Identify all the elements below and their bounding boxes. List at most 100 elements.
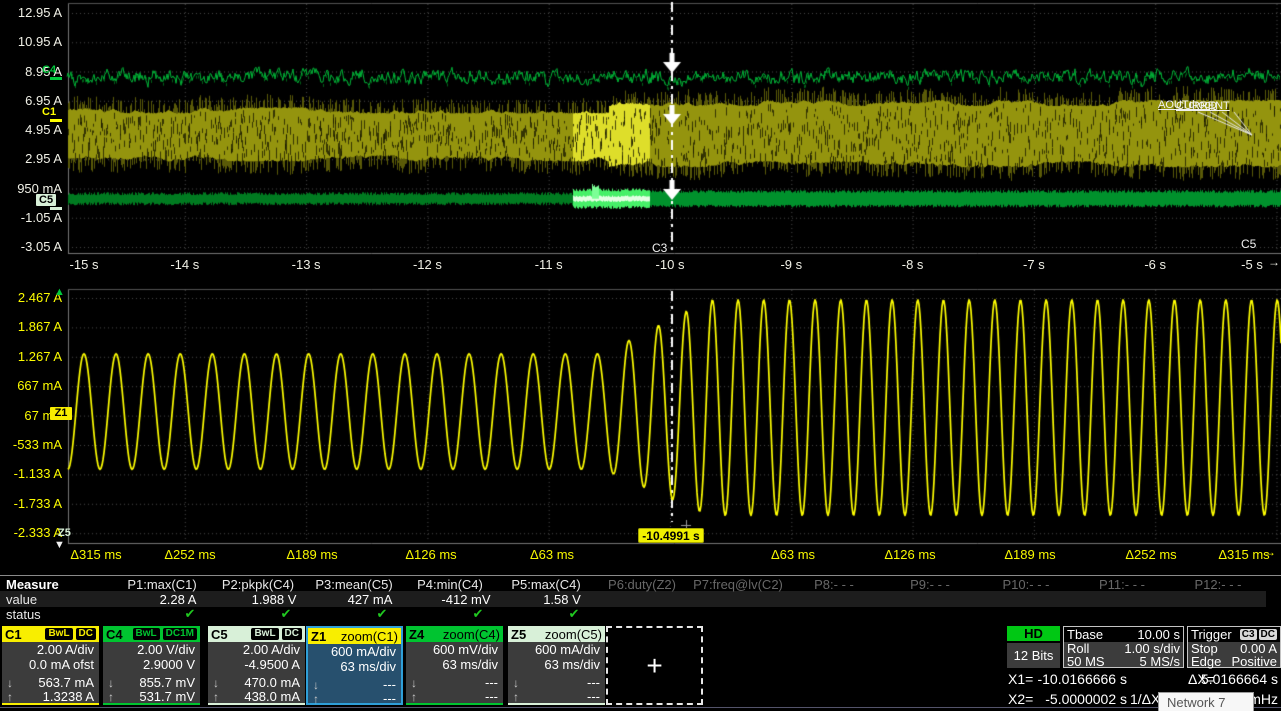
descriptor-offset: 63 ms/div bbox=[308, 659, 401, 674]
descriptor-min-row: ↓470.0 mA bbox=[208, 676, 305, 690]
descriptor-title: zoom(C4) bbox=[443, 627, 500, 642]
descriptor-max-row: ↑438.0 mA bbox=[208, 690, 305, 704]
measure-col-value: -412 mV bbox=[441, 592, 490, 607]
descriptor-offset: 2.9000 V bbox=[103, 657, 200, 672]
measure-col-header[interactable]: P5:max(C4) bbox=[511, 577, 580, 592]
trigger-panel[interactable]: Trigger C3 DC Stop 0.00 A Edge Positive bbox=[1187, 626, 1281, 668]
descriptor-offset: 63 ms/div bbox=[406, 657, 503, 672]
bandwidth-limit-badge: BwL bbox=[251, 628, 278, 640]
measure-col-header[interactable]: P11:- - - bbox=[1099, 577, 1145, 592]
cursor-time-badge[interactable]: -10.4991 s bbox=[638, 528, 704, 543]
zoom-x-tick: Δ63 ms bbox=[530, 547, 574, 562]
channel-marker-dash bbox=[50, 207, 62, 210]
measure-col-header[interactable]: P8:- - - bbox=[814, 577, 854, 592]
descriptor-z4[interactable]: Z4zoom(C4)600 mV/div63 ms/div↓---↑--- bbox=[406, 626, 503, 705]
descriptor-c1[interactable]: C1BwLDC2.00 A/div0.0 mA ofst↓563.7 mA↑1.… bbox=[2, 626, 99, 705]
hd-mode-button[interactable]: HD bbox=[1007, 626, 1060, 641]
zoom-y-tick: 667 mA bbox=[0, 378, 62, 393]
measure-col-header[interactable]: P3:mean(C5) bbox=[315, 577, 392, 592]
zoom-axis-arrow-icon: → bbox=[1264, 545, 1276, 559]
top-x-tick: -9 s bbox=[780, 257, 802, 272]
descriptor-c5[interactable]: C5BwLDC2.00 A/div-4.9500 A↓470.0 mA↑438.… bbox=[208, 626, 305, 705]
descriptor-min-row: ↓--- bbox=[308, 678, 401, 692]
timebase-label: Tbase bbox=[1067, 627, 1103, 642]
measure-col-value: 2.28 A bbox=[160, 592, 197, 607]
descriptor-header: C1BwLDC bbox=[2, 626, 99, 642]
right-edge-channel-label: C5 bbox=[1241, 237, 1256, 251]
up-arrow-icon: ↑ bbox=[7, 690, 13, 704]
top-axis-arrow-icon: → bbox=[1268, 255, 1280, 269]
descriptor-min-row: ↓--- bbox=[508, 676, 605, 690]
descriptor-scale: 600 mA/div bbox=[508, 642, 605, 657]
add-trace-button[interactable]: + bbox=[606, 626, 703, 705]
zoom-x-tick: Δ189 ms bbox=[286, 547, 337, 562]
measure-col-header[interactable]: P7:freq@lv(C2) bbox=[693, 577, 783, 592]
descriptor-min-value: 855.7 mV bbox=[139, 676, 195, 690]
descriptor-id: Z1 bbox=[311, 629, 326, 644]
timebase-panel[interactable]: Tbase 10.00 s Roll 1.00 s/div 50 MS 5 MS… bbox=[1063, 626, 1184, 668]
plus-icon: + bbox=[646, 652, 662, 680]
measure-col-value: 1.58 V bbox=[543, 592, 581, 607]
measure-col-header[interactable]: P2:pkpk(C4) bbox=[222, 577, 294, 592]
measure-col-value: 1.988 V bbox=[252, 592, 297, 607]
zoom-y-tick: 1.267 A bbox=[0, 349, 62, 364]
descriptor-scale: 600 mV/div bbox=[406, 642, 503, 657]
zoom-x-tick: Δ189 ms bbox=[1004, 547, 1055, 562]
descriptor-header: Z4zoom(C4) bbox=[406, 626, 503, 642]
descriptor-header: C4BwLDC1M bbox=[103, 626, 200, 642]
trigger-source-chip: C3 bbox=[1240, 629, 1257, 640]
measure-title: Measure bbox=[6, 577, 59, 592]
descriptor-header: Z1zoom(C1) bbox=[308, 628, 401, 644]
up-arrow-icon: ↑ bbox=[213, 690, 219, 704]
descriptor-min-value: 563.7 mA bbox=[38, 676, 94, 690]
zoom-x-tick: Δ252 ms bbox=[1125, 547, 1176, 562]
zoom-y-tick: -533 mA bbox=[0, 437, 62, 452]
bandwidth-limit-badge: BwL bbox=[45, 628, 72, 640]
measure-status-check-icon: ✔ bbox=[377, 606, 388, 622]
zoom-x-tick: Δ252 ms bbox=[164, 547, 215, 562]
down-arrow-icon: ↓ bbox=[513, 676, 519, 690]
descriptor-z5[interactable]: Z5zoom(C5)600 mA/div63 ms/div↓---↑--- bbox=[508, 626, 605, 705]
measure-status-label: status bbox=[6, 607, 41, 622]
up-arrow-icon: ↑ bbox=[108, 690, 114, 704]
x2-value: -5.0000002 s bbox=[1030, 691, 1127, 707]
offscreen-down-arrow-icon: ▼ bbox=[54, 539, 65, 551]
top-y-tick: 4.95 A bbox=[0, 122, 62, 137]
measure-col-header[interactable]: P12:- - - bbox=[1195, 577, 1242, 592]
descriptor-id: Z5 bbox=[511, 627, 526, 642]
measure-value-label: value bbox=[6, 592, 37, 607]
z1-zero-marker[interactable]: Z1 bbox=[50, 407, 72, 420]
channel-marker-dash bbox=[50, 77, 62, 80]
up-arrow-icon: ↑ bbox=[313, 692, 319, 706]
waveform-canvas[interactable] bbox=[0, 0, 1281, 575]
measure-col-header[interactable]: P10:- - - bbox=[1003, 577, 1050, 592]
descriptor-scale: 600 mA/div bbox=[308, 644, 401, 659]
annotation-cluster: AOUTdroop CURRENT bbox=[1158, 99, 1268, 119]
zoom-y-tick: 1.867 A bbox=[0, 319, 62, 334]
coupling-badge: DC bbox=[76, 628, 96, 640]
top-y-tick: 2.95 A bbox=[0, 151, 62, 166]
top-y-tick: -1.05 A bbox=[0, 210, 62, 225]
descriptor-scale: 2.00 V/div bbox=[103, 642, 200, 657]
top-x-tick: -6 s bbox=[1144, 257, 1166, 272]
measure-status-check-icon: ✔ bbox=[473, 606, 484, 622]
top-x-tick: -14 s bbox=[170, 257, 199, 272]
descriptor-max-value: 1.3238 A bbox=[43, 690, 94, 704]
channel-marker-c5[interactable]: C5 bbox=[36, 194, 56, 206]
measure-col-header[interactable]: P9:- - - bbox=[910, 577, 950, 592]
measure-col-header[interactable]: P4:min(C4) bbox=[417, 577, 483, 592]
coupling-badge: DC1M bbox=[163, 628, 197, 640]
measure-col-header[interactable]: P1:max(C1) bbox=[127, 577, 196, 592]
descriptor-z1[interactable]: Z1zoom(C1)600 mA/div63 ms/div↓---↑--- bbox=[306, 626, 403, 705]
descriptor-header: C5BwLDC bbox=[208, 626, 305, 642]
channel-marker-c1[interactable]: C1 bbox=[42, 106, 56, 118]
descriptor-c4[interactable]: C4BwLDC1M2.00 V/div2.9000 V↓855.7 mV↑531… bbox=[103, 626, 200, 705]
channel-marker-c4[interactable]: C4 bbox=[42, 64, 56, 76]
bit-depth-label[interactable]: 12 Bits bbox=[1007, 643, 1060, 668]
trigger-chips: C3 DC bbox=[1238, 629, 1277, 640]
descriptor-max-value: --- bbox=[587, 690, 600, 704]
measure-col-header[interactable]: P6:duty(Z2) bbox=[608, 577, 676, 592]
zoom-y-tick: -1.133 A bbox=[0, 466, 62, 481]
x1-value: -10.0166666 s bbox=[1030, 671, 1127, 687]
descriptor-header: Z5zoom(C5) bbox=[508, 626, 605, 642]
